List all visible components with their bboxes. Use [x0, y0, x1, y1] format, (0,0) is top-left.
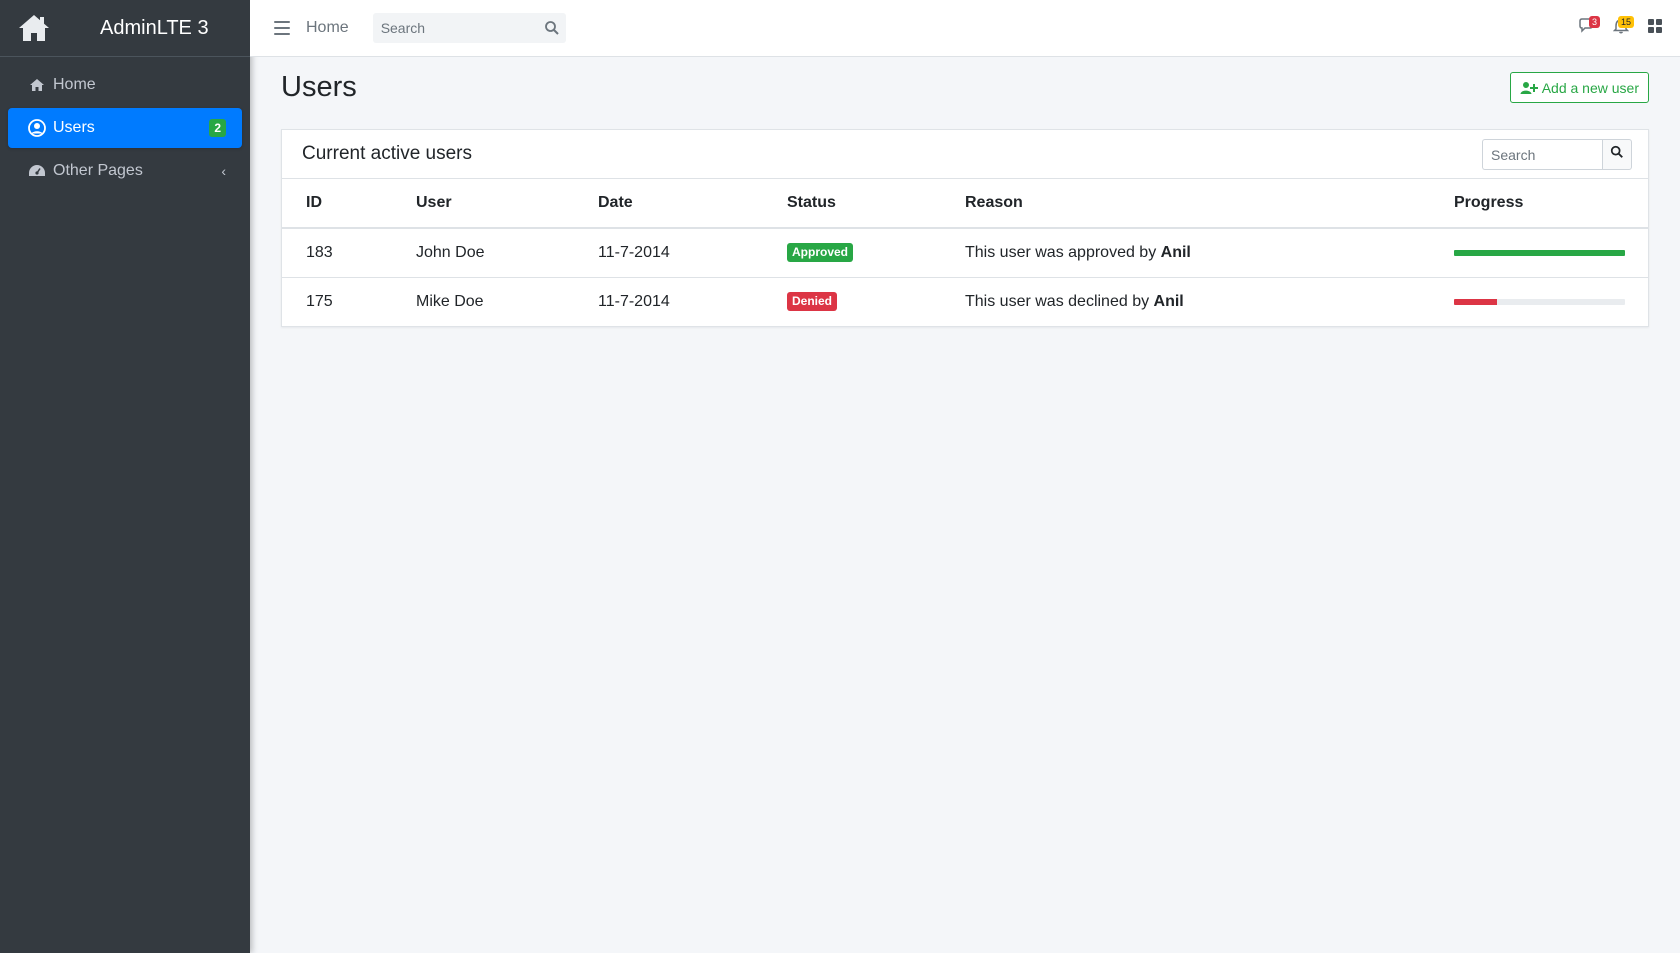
sidebar-item-other-pages[interactable]: Other Pages ‹ — [8, 151, 242, 191]
reason-text: This user was declined by — [965, 292, 1154, 310]
cell-reason: This user was declined by Anil — [965, 276, 1454, 326]
active-users-card: Current active users ID User Date Status… — [281, 129, 1649, 327]
table-row[interactable]: 183 John Doe 11-7-2014 Approved This use… — [282, 228, 1648, 277]
page-title: Users — [281, 71, 357, 103]
user-circle-icon — [28, 119, 46, 137]
home-logo-icon — [16, 10, 52, 46]
card-search — [1482, 139, 1632, 170]
sidebar: AdminLTE 3 Home Users 2 Other Pages ‹ — [0, 0, 250, 953]
card-title: Current active users — [302, 143, 473, 164]
cell-progress — [1454, 228, 1648, 277]
column-header-date[interactable]: Date — [598, 179, 787, 229]
top-navbar: Home 3 15 — [250, 0, 1680, 57]
top-home-link[interactable]: Home — [306, 19, 349, 37]
sidebar-item-label: Other Pages — [53, 162, 143, 179]
cell-status: Approved — [787, 228, 965, 277]
column-header-reason[interactable]: Reason — [965, 179, 1454, 229]
cell-date: 11-7-2014 — [598, 276, 787, 326]
top-icons: 3 15 — [1570, 0, 1680, 57]
progress-fill — [1454, 298, 1497, 305]
cell-status: Denied — [787, 276, 965, 326]
table-search-input[interactable] — [1482, 139, 1602, 170]
cell-date: 11-7-2014 — [598, 243, 670, 261]
table-header-row: ID User Date Status Reason Progress — [282, 179, 1648, 229]
reason-author: Anil — [1160, 243, 1191, 261]
add-user-label: Add a new user — [1541, 79, 1639, 96]
top-search-input[interactable] — [372, 13, 533, 43]
status-badge: Denied — [787, 292, 838, 312]
apps-button[interactable] — [1638, 14, 1672, 44]
sidebar-item-home[interactable]: Home — [8, 65, 242, 105]
search-icon[interactable] — [544, 20, 560, 36]
column-header-user[interactable]: User — [416, 179, 598, 229]
menu-toggle-icon[interactable] — [274, 21, 290, 35]
column-header-progress[interactable]: Progress — [1454, 179, 1648, 229]
cell-user: John Doe — [416, 243, 485, 261]
sidebar-item-label: Home — [53, 76, 96, 93]
card-header: Current active users — [282, 130, 1648, 179]
add-user-button[interactable]: Add a new user — [1509, 72, 1649, 103]
progress-bar — [1454, 249, 1625, 256]
cell-id: 183 — [306, 243, 333, 261]
messages-count-badge: 3 — [1588, 15, 1600, 28]
brand-link[interactable]: AdminLTE 3 — [0, 0, 250, 57]
cell-user: Mike Doe — [416, 276, 598, 326]
table-row[interactable]: 175 Mike Doe 11-7-2014 Denied This user … — [282, 276, 1648, 326]
user-plus-icon — [1520, 81, 1538, 95]
top-search — [372, 13, 566, 43]
status-badge: Approved — [787, 243, 854, 263]
main-content: Users Add a new user Current active user… — [250, 57, 1680, 953]
sidebar-nav: Home Users 2 Other Pages ‹ — [0, 57, 250, 202]
messages-button[interactable]: 3 — [1570, 14, 1604, 44]
home-icon — [28, 76, 46, 94]
users-count-badge: 2 — [209, 119, 226, 137]
cell-progress — [1454, 276, 1648, 326]
progress-fill — [1454, 249, 1625, 256]
progress-bar — [1454, 298, 1625, 305]
users-table: ID User Date Status Reason Progress 183 … — [282, 179, 1648, 326]
reason-text: This user was approved by — [965, 243, 1161, 261]
column-header-id[interactable]: ID — [282, 179, 416, 229]
reason-author: Anil — [1153, 292, 1184, 310]
column-header-status[interactable]: Status — [787, 179, 965, 229]
grid-icon — [1648, 19, 1662, 38]
dashboard-icon — [28, 162, 46, 180]
sidebar-item-users[interactable]: Users 2 — [8, 108, 242, 148]
search-icon — [1610, 145, 1624, 164]
table-search-button[interactable] — [1602, 139, 1632, 170]
sidebar-item-label: Users — [53, 119, 95, 136]
notifications-button[interactable]: 15 — [1604, 14, 1638, 44]
cell-id: 175 — [282, 276, 416, 326]
brand-text: AdminLTE 3 — [100, 16, 209, 39]
chevron-left-icon: ‹ — [221, 163, 226, 179]
cell-reason: This user was approved by Anil — [965, 228, 1454, 277]
alerts-count-badge: 15 — [1617, 15, 1634, 28]
